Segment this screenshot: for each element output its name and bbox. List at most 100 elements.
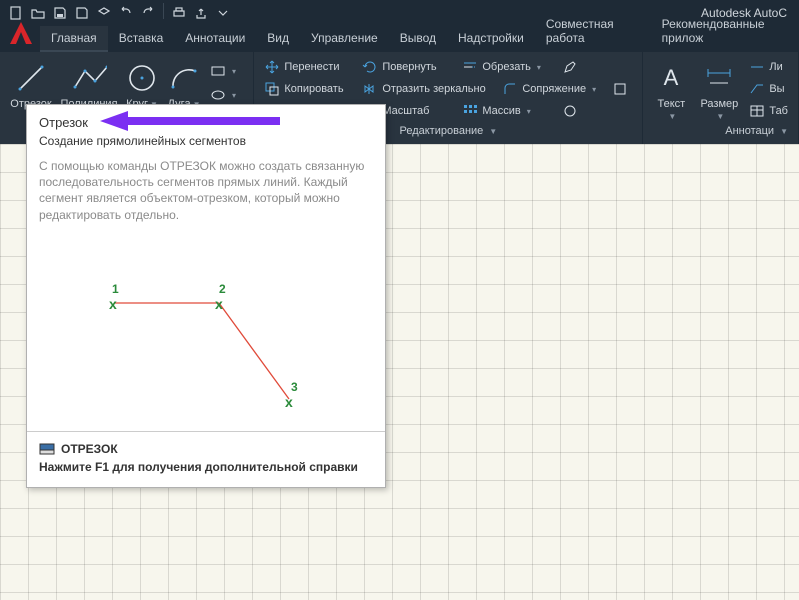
tooltip-description: С помощью команды ОТРЕЗОК можно создать …: [39, 158, 373, 223]
svg-text:2: 2: [219, 282, 226, 296]
chevron-down-icon: ▾: [537, 63, 541, 72]
annotation-arrow: [100, 108, 290, 134]
move-icon: [264, 59, 280, 75]
fillet-label: Сопряжение: [522, 83, 586, 95]
svg-text:x: x: [285, 394, 293, 410]
array-label: Массив: [482, 105, 520, 117]
qat-undo-icon[interactable]: [116, 3, 136, 23]
text-label: Текст: [657, 98, 685, 110]
annot-line-label: Ли: [769, 61, 782, 73]
circle-button[interactable]: Круг▼: [122, 56, 162, 110]
trim-button[interactable]: Обрезать ▾: [458, 56, 558, 78]
qat-print-icon[interactable]: [169, 3, 189, 23]
copy-label: Копировать: [284, 83, 343, 95]
rect-icon: [210, 63, 226, 79]
draw-extra-1[interactable]: ▾: [206, 60, 230, 82]
tab-view[interactable]: Вид: [256, 26, 300, 52]
arc-icon: [166, 60, 202, 96]
mirror-icon: [362, 81, 378, 97]
tooltip-separator: [27, 431, 385, 432]
draw-extra-2[interactable]: ▾: [206, 84, 230, 106]
extra-icon: [612, 81, 628, 97]
copy-icon: [264, 81, 280, 97]
dimension-icon: [701, 60, 737, 96]
scale-label: Масштаб: [382, 105, 429, 117]
table-icon: [749, 103, 765, 119]
text-button[interactable]: A Текст ▼: [649, 56, 693, 122]
chevron-down-icon: ▼: [780, 127, 788, 136]
move-label: Перенести: [284, 61, 339, 73]
quick-access-toolbar: [6, 3, 233, 23]
tab-output[interactable]: Вывод: [389, 26, 447, 52]
panel-annotation: A Текст▼ Размер▼ Ли Вы Таб Аннотаци▼: [643, 52, 799, 144]
rotate-icon: [362, 59, 378, 75]
modify-extra-1[interactable]: [558, 56, 586, 78]
annot-leader-label: Вы: [769, 83, 784, 95]
tab-annotate[interactable]: Аннотации: [174, 26, 256, 52]
line-icon: [13, 60, 49, 96]
tooltip-illustration: 1 x 2 x 3 x: [39, 231, 373, 421]
panel-annot-title[interactable]: Аннотаци▼: [649, 122, 792, 139]
tab-addins[interactable]: Надстройки: [447, 26, 535, 52]
ribbon-tabs: Главная Вставка Аннотации Вид Управление…: [0, 26, 799, 52]
dimension-label: Размер: [700, 98, 738, 110]
fillet-button[interactable]: Сопряжение ▾: [498, 78, 608, 100]
chevron-down-icon: ▼: [668, 112, 676, 121]
annot-leader-button[interactable]: Вы: [745, 78, 792, 100]
tab-featured[interactable]: Рекомендованные прилож: [651, 12, 799, 52]
svg-text:A: A: [664, 65, 679, 90]
copy-button[interactable]: Копировать: [260, 78, 358, 100]
text-icon: A: [653, 60, 689, 96]
rotate-label: Повернуть: [382, 61, 436, 73]
rotate-button[interactable]: Повернуть: [358, 56, 458, 78]
qat-redo-icon[interactable]: [138, 3, 158, 23]
trim-label: Обрезать: [482, 61, 531, 73]
qat-share-icon[interactable]: [191, 3, 211, 23]
svg-text:x: x: [109, 296, 117, 312]
tooltip-line: Отрезок Создание прямолинейных сегментов…: [26, 104, 386, 488]
move-button[interactable]: Перенести: [260, 56, 358, 78]
chevron-down-icon: ▼: [489, 127, 497, 136]
polyline-button[interactable]: Полилиния: [58, 56, 120, 110]
svg-text:1: 1: [112, 282, 119, 296]
tab-insert[interactable]: Вставка: [108, 26, 175, 52]
arc-button[interactable]: Дуга▼: [164, 56, 204, 110]
tab-collab[interactable]: Совместная работа: [535, 12, 651, 52]
ellipse-icon: [210, 87, 226, 103]
svg-text:3: 3: [291, 380, 298, 394]
qat-saveas-icon[interactable]: [72, 3, 92, 23]
tooltip-subtitle: Создание прямолинейных сегментов: [39, 134, 373, 148]
tooltip-help: Нажмите F1 для получения дополнительной …: [39, 460, 373, 476]
array-button[interactable]: Массив▾: [458, 100, 558, 122]
polyline-icon: [71, 60, 107, 96]
command-icon: [39, 442, 55, 456]
qat-plot-icon[interactable]: [94, 3, 114, 23]
trim-icon: [462, 59, 478, 75]
dimension-button[interactable]: Размер▼: [695, 56, 743, 122]
qat-dropdown-icon[interactable]: [213, 3, 233, 23]
qat-save-icon[interactable]: [50, 3, 70, 23]
array-icon: [462, 103, 478, 119]
pencil-icon: [562, 59, 578, 75]
chevron-down-icon: ▾: [592, 85, 596, 94]
chevron-down-icon: ▾: [232, 67, 236, 76]
annot-table-button[interactable]: Таб: [745, 100, 792, 122]
tab-manage[interactable]: Управление: [300, 26, 389, 52]
mirror-label: Отразить зеркально: [382, 83, 485, 95]
svg-text:x: x: [215, 296, 223, 312]
fillet-icon: [502, 81, 518, 97]
tab-home[interactable]: Главная: [40, 26, 108, 52]
mirror-button[interactable]: Отразить зеркально: [358, 78, 498, 100]
app-logo[interactable]: [6, 18, 36, 48]
modify-extra-3[interactable]: [558, 100, 586, 122]
line-button[interactable]: Отрезок: [6, 56, 56, 110]
circle-icon: [124, 60, 160, 96]
modify-extra-2[interactable]: [608, 78, 636, 100]
annot-table-label: Таб: [769, 105, 788, 117]
annot-line-button[interactable]: Ли: [745, 56, 792, 78]
linear-dim-icon: [749, 59, 765, 75]
leader-icon: [749, 81, 765, 97]
chevron-down-icon: ▾: [232, 91, 236, 100]
qat-separator: [163, 3, 164, 19]
extra-icon: [562, 103, 578, 119]
